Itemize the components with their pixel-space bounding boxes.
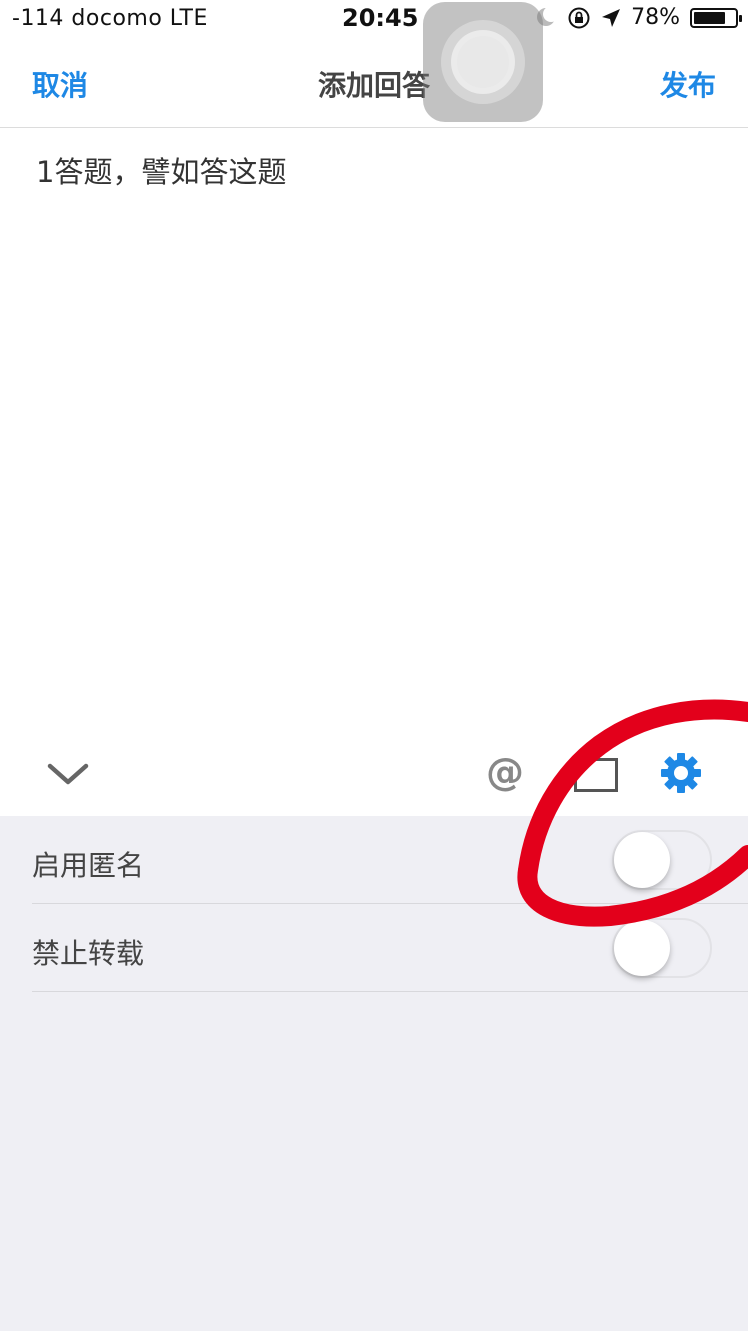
battery-percent: 78%: [631, 5, 680, 30]
publish-button[interactable]: 发布: [660, 64, 716, 104]
editor-toolbar: @: [0, 736, 748, 816]
anonymous-setting-row: 启用匿名: [32, 816, 748, 904]
carrier-label: -114 docomo LTE: [12, 6, 208, 31]
assistive-touch-button[interactable]: [423, 2, 543, 122]
rotation-lock-icon: [568, 7, 590, 28]
status-time: 20:45: [342, 4, 419, 32]
anonymous-toggle[interactable]: [612, 830, 712, 890]
answer-editor[interactable]: 1答题，譬如答这题: [36, 152, 716, 712]
location-arrow-icon: [602, 8, 621, 27]
chevron-down-icon[interactable]: [44, 750, 92, 798]
status-right-group: 78%: [537, 5, 742, 30]
image-icon[interactable]: [574, 758, 618, 792]
no-repost-toggle[interactable]: [612, 918, 712, 978]
answer-compose-screen: -114 docomo LTE 20:45 78% 取消 添加回答 发布 1答题…: [0, 0, 748, 1331]
battery-fill: [694, 11, 725, 24]
toggle-knob: [614, 920, 670, 976]
anonymous-label: 启用匿名: [32, 849, 145, 882]
gear-icon[interactable]: [660, 752, 702, 794]
no-repost-setting-row: 禁止转载: [32, 904, 748, 992]
no-repost-label: 禁止转载: [32, 937, 145, 970]
status-bar: -114 docomo LTE 20:45 78%: [0, 0, 748, 40]
at-icon[interactable]: @: [486, 750, 524, 794]
toggle-knob: [614, 832, 670, 888]
battery-icon: [690, 7, 742, 28]
page-title: 添加回答: [317, 69, 430, 102]
assistive-touch-core: [457, 36, 509, 88]
nav-bar: 取消 添加回答 发布: [0, 40, 748, 128]
settings-panel: 启用匿名 禁止转载: [0, 816, 748, 1331]
